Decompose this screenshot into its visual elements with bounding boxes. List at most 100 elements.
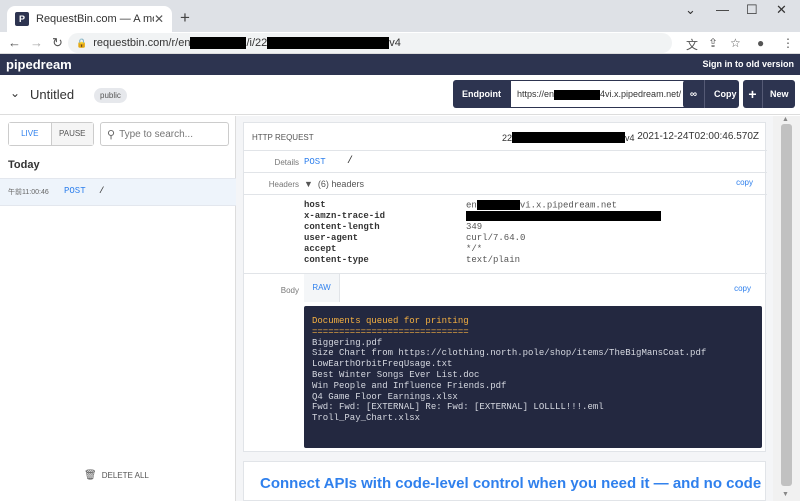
code-line: Size Chart from https://clothing.north.p… bbox=[312, 348, 707, 359]
code-line: Q4 Game Floor Earnings.xlsx bbox=[312, 391, 458, 402]
visibility-badge: public bbox=[94, 88, 127, 103]
pipedream-logo[interactable]: pipedream bbox=[6, 57, 72, 72]
menu-kebab-icon[interactable]: ⋮ bbox=[782, 36, 794, 50]
details-label: Details bbox=[274, 158, 299, 167]
redaction-bar bbox=[476, 200, 520, 210]
raw-tab[interactable]: RAW bbox=[304, 274, 340, 302]
browser-toolbar: ← → ↻ 🔒 requestbin.com/r/en /i/22 v4 文 ⇪… bbox=[0, 32, 800, 54]
header-key: host bbox=[304, 200, 326, 210]
card-header: HTTP REQUEST 22 v4 2021-12-24T02:00:46.5… bbox=[244, 123, 767, 151]
scrollbar-thumb[interactable] bbox=[781, 124, 792, 486]
search-icon: ⚲ bbox=[107, 128, 116, 141]
request-id-suffix: v4 bbox=[625, 132, 635, 143]
tab-close-icon[interactable]: ✕ bbox=[154, 12, 164, 26]
section-label: HTTP REQUEST bbox=[252, 133, 314, 142]
new-bin-button[interactable]: + New bbox=[743, 80, 795, 108]
request-method: POST bbox=[64, 186, 86, 196]
link-icon: ∞ bbox=[683, 80, 705, 108]
copy-label: Copy bbox=[714, 89, 737, 99]
detail-method: POST bbox=[304, 157, 326, 167]
back-arrow-icon[interactable]: ← bbox=[8, 35, 21, 50]
headers-count: (6) headers bbox=[317, 179, 364, 189]
detail-path: / bbox=[347, 156, 354, 167]
page-scrollbar[interactable]: ▲ ▼ bbox=[773, 116, 800, 501]
minimize-icon[interactable]: — bbox=[716, 2, 729, 17]
details-row: Details POST / bbox=[244, 151, 767, 173]
header-row: content-length 349 bbox=[304, 222, 754, 233]
forward-arrow-icon[interactable]: → bbox=[30, 35, 43, 50]
search-input[interactable] bbox=[119, 128, 220, 140]
copy-body-link[interactable]: copy bbox=[734, 284, 751, 293]
redaction-bar bbox=[554, 89, 601, 100]
code-line: Best Winter Songs Ever List.doc bbox=[312, 369, 480, 380]
chevron-down-icon[interactable]: ⌄ bbox=[10, 86, 20, 100]
new-tab-icon[interactable]: + bbox=[180, 8, 190, 28]
address-bar[interactable]: 🔒 requestbin.com/r/en /i/22 v4 bbox=[68, 33, 672, 53]
maximize-icon[interactable]: ☐ bbox=[746, 2, 758, 18]
translate-icon[interactable]: 文 bbox=[686, 36, 698, 53]
url-suffix: v4 bbox=[389, 37, 401, 49]
redaction-bar bbox=[267, 37, 390, 49]
scroll-up-icon[interactable]: ▲ bbox=[782, 116, 789, 123]
chevron-down-icon[interactable]: ⌄ bbox=[685, 2, 696, 18]
reload-icon[interactable]: ↻ bbox=[52, 35, 63, 51]
bin-title[interactable]: Untitled bbox=[30, 87, 74, 102]
header-value bbox=[466, 211, 661, 222]
header-row: user-agent curl/7.64.0 bbox=[304, 233, 754, 244]
header-key: accept bbox=[304, 244, 337, 254]
new-label: New bbox=[770, 89, 789, 99]
code-line: Documents queued for printing bbox=[312, 316, 469, 326]
request-time: 午前11:00:46 bbox=[8, 189, 49, 196]
close-window-icon[interactable]: ✕ bbox=[776, 2, 787, 18]
code-line: LowEarthOrbitFreqUsage.txt bbox=[312, 359, 453, 370]
header-value: text/plain bbox=[466, 255, 521, 265]
request-detail-panel: HTTP REQUEST 22 v4 2021-12-24T02:00:46.5… bbox=[236, 116, 773, 501]
endpoint-url-field[interactable]: https://en 4vi.x.pipedream.net/ bbox=[510, 80, 690, 108]
header-value: 349 bbox=[466, 222, 483, 232]
bookmark-star-icon[interactable]: ☆ bbox=[730, 36, 741, 50]
live-button[interactable]: LIVE bbox=[9, 123, 51, 145]
copy-headers-link[interactable]: copy bbox=[736, 178, 753, 187]
endpoint-group: Endpoint https://en 4vi.x.pipedream.net/ bbox=[453, 80, 690, 108]
header-row: content-type text/plain bbox=[304, 255, 754, 266]
copy-endpoint-button[interactable]: ∞ Copy bbox=[683, 80, 739, 108]
header-key: x-amzn-trace-id bbox=[304, 211, 386, 221]
pipedream-favicon-icon: P bbox=[15, 12, 29, 26]
app-header: pipedream Sign in to old version bbox=[0, 54, 800, 75]
plus-icon: + bbox=[743, 80, 763, 108]
header-value: */* bbox=[466, 244, 483, 254]
date-group-label: Today bbox=[8, 159, 40, 171]
signin-old-version-link[interactable]: Sign in to old version bbox=[702, 59, 794, 69]
headers-toggle[interactable]: ▼ (6) headers bbox=[304, 179, 364, 189]
header-value: en vi.x.pipedream.net bbox=[466, 200, 618, 211]
body-code-block: Documents queued for printing ==========… bbox=[304, 306, 762, 448]
tab-title: RequestBin.com — A modern re bbox=[36, 13, 154, 25]
delete-all-label: DELETE ALL bbox=[101, 471, 149, 480]
header-key: content-length bbox=[304, 222, 380, 232]
headers-label: Headers bbox=[268, 180, 299, 189]
redaction-bar bbox=[466, 211, 661, 221]
header-key: user-agent bbox=[304, 233, 359, 243]
search-box: ⚲ bbox=[100, 122, 229, 146]
endpoint-suffix: 4vi.x.pipedream.net/ bbox=[600, 89, 682, 99]
profile-avatar-icon[interactable]: ● bbox=[757, 36, 764, 50]
url-mid: /i/22 bbox=[246, 37, 268, 49]
code-line: ============================= bbox=[312, 326, 469, 337]
requests-sidebar: LIVE PAUSE ⚲ Today 午前11:00:46 POST / 🗑 D… bbox=[0, 116, 236, 501]
delete-all-button[interactable]: 🗑 DELETE ALL bbox=[84, 470, 149, 481]
pause-button[interactable]: PAUSE bbox=[50, 123, 93, 145]
browser-tab[interactable]: P RequestBin.com — A modern re ✕ bbox=[7, 6, 172, 32]
code-line: Troll_Pay_Chart.xlsx bbox=[312, 413, 421, 424]
promo-banner: Connect APIs with code-level control whe… bbox=[243, 461, 766, 501]
live-pause-toggle: LIVE PAUSE bbox=[8, 122, 94, 146]
browser-tabstrip: P RequestBin.com — A modern re ✕ + ⌄ — ☐… bbox=[0, 0, 800, 32]
bin-toolbar: ⌄ Untitled public Endpoint https://en 4vi… bbox=[0, 75, 800, 115]
request-path: / bbox=[99, 186, 105, 196]
redaction-bar bbox=[512, 132, 626, 143]
endpoint-label: Endpoint bbox=[453, 80, 510, 108]
scroll-down-icon[interactable]: ▼ bbox=[782, 491, 789, 498]
lock-icon: 🔒 bbox=[76, 37, 88, 48]
request-list-item[interactable]: 午前11:00:46 POST / bbox=[0, 178, 236, 206]
header-row: host en vi.x.pipedream.net bbox=[304, 200, 754, 211]
share-icon[interactable]: ⇪ bbox=[708, 36, 718, 50]
